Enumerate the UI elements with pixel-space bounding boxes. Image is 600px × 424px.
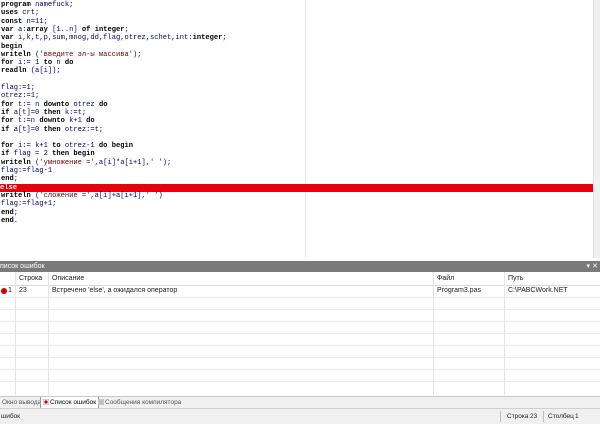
code-line[interactable]: flag:=flag-1 xyxy=(1,167,52,175)
code-line[interactable]: writeln ('сложение =',a[i]+a[i+1],' ') xyxy=(1,192,163,200)
code-line[interactable]: writeln ('введите эл-ы массива'); xyxy=(1,51,142,59)
code-line[interactable]: end; xyxy=(1,209,18,217)
status-bar: шибок Строка 23 Столбец 1 xyxy=(0,408,600,424)
status-separator xyxy=(500,411,501,422)
error-icon xyxy=(1,288,7,294)
error-description: Встречено 'else', а ожидался оператор xyxy=(52,287,178,294)
error-panel-title: писок ошибок xyxy=(0,263,45,270)
editor-vertical-scrollbar[interactable] xyxy=(593,0,600,258)
tab-label: Сообщения компилятора xyxy=(105,399,182,406)
row-divider xyxy=(0,333,600,334)
right-margin-guide xyxy=(305,0,306,258)
code-line[interactable]: readln (a[i]); xyxy=(1,67,61,75)
row-divider xyxy=(0,345,600,346)
tab-label: Список ошибок xyxy=(50,399,97,406)
code-line[interactable]: for i:= 1 to n do xyxy=(1,59,73,67)
code-line[interactable]: flag:=flag+1; xyxy=(1,200,56,208)
code-editor[interactable]: program namefuck; uses crt; const n=11; var… xyxy=(0,0,600,258)
code-line[interactable]: if a[t]=0 then k:=t; xyxy=(1,109,86,117)
code-line-error[interactable]: else xyxy=(0,183,594,192)
close-icon[interactable]: ✕ xyxy=(592,261,598,272)
bottom-tab-bar: Окно вывода Список ошибок Сообщения комп… xyxy=(0,396,600,409)
column-header-description[interactable]: Описание xyxy=(52,272,84,285)
code-line[interactable]: flag:=1; xyxy=(1,84,35,92)
code-line[interactable]: begin xyxy=(1,43,22,51)
code-line[interactable]: uses crt; xyxy=(1,9,39,17)
error-file: Program3.pas xyxy=(437,287,481,294)
row-divider xyxy=(0,297,600,298)
row-divider xyxy=(0,357,600,358)
error-list-header: Строка Описание Файл Путь xyxy=(0,272,600,286)
status-line-label: Строка xyxy=(507,413,529,420)
code-line[interactable]: const n=11; xyxy=(1,18,48,26)
compiler-messages-icon xyxy=(98,399,104,405)
row-divider xyxy=(0,309,600,310)
code-line[interactable]: writeln ('умножение =',a[i]*a[i+1],' '); xyxy=(1,159,171,167)
error-list-grid[interactable]: Строка Описание Файл Путь 1 23 Встречено… xyxy=(0,272,600,395)
status-col-value: 1 xyxy=(575,413,579,420)
code-line[interactable]: for i:= k+1 to otrez-1 do begin xyxy=(1,142,133,150)
code-line[interactable]: otrez:=1; xyxy=(1,92,39,100)
code-line[interactable]: end. xyxy=(1,217,18,225)
code-line[interactable]: for t:=n downto k+1 do xyxy=(1,117,95,125)
code-line[interactable]: for t:= n downto otrez do xyxy=(1,101,107,109)
status-line-value: 23 xyxy=(530,413,538,420)
column-header-path[interactable]: Путь xyxy=(508,272,523,285)
code-line[interactable]: var a:array [1..n] of integer; xyxy=(1,26,129,34)
code-line[interactable]: program namefuck; xyxy=(1,1,73,9)
row-divider xyxy=(0,381,600,382)
error-num: 1 xyxy=(8,287,12,294)
code-line[interactable]: if flag = 2 then begin xyxy=(1,150,95,158)
error-path: C:\PABCWork.NET xyxy=(508,287,568,294)
code-line[interactable]: if a[t]=0 then otrez:=t; xyxy=(1,126,103,134)
tab-output-window[interactable]: Окно вывода xyxy=(0,397,43,408)
column-header-line[interactable]: Строка xyxy=(19,272,42,285)
code-line[interactable]: var i,k,t,p,sum,mnog,dd,flag,otrez,schet… xyxy=(1,34,227,42)
status-left-text: шибок xyxy=(1,413,21,420)
status-separator xyxy=(543,411,544,422)
code-line[interactable]: end; xyxy=(1,175,18,183)
column-header-file[interactable]: Файл xyxy=(437,272,454,285)
row-divider xyxy=(0,321,600,322)
error-line: 23 xyxy=(19,287,27,294)
tab-compiler-messages[interactable]: Сообщения компилятора xyxy=(96,397,183,408)
status-col-label: Столбец xyxy=(548,413,574,420)
row-divider xyxy=(0,369,600,370)
error-list-icon xyxy=(43,399,49,405)
pin-icon[interactable]: ▾ xyxy=(586,261,590,272)
error-panel-header: писок ошибок ▾ ✕ xyxy=(0,261,600,272)
tab-label: Окно вывода xyxy=(2,399,42,406)
